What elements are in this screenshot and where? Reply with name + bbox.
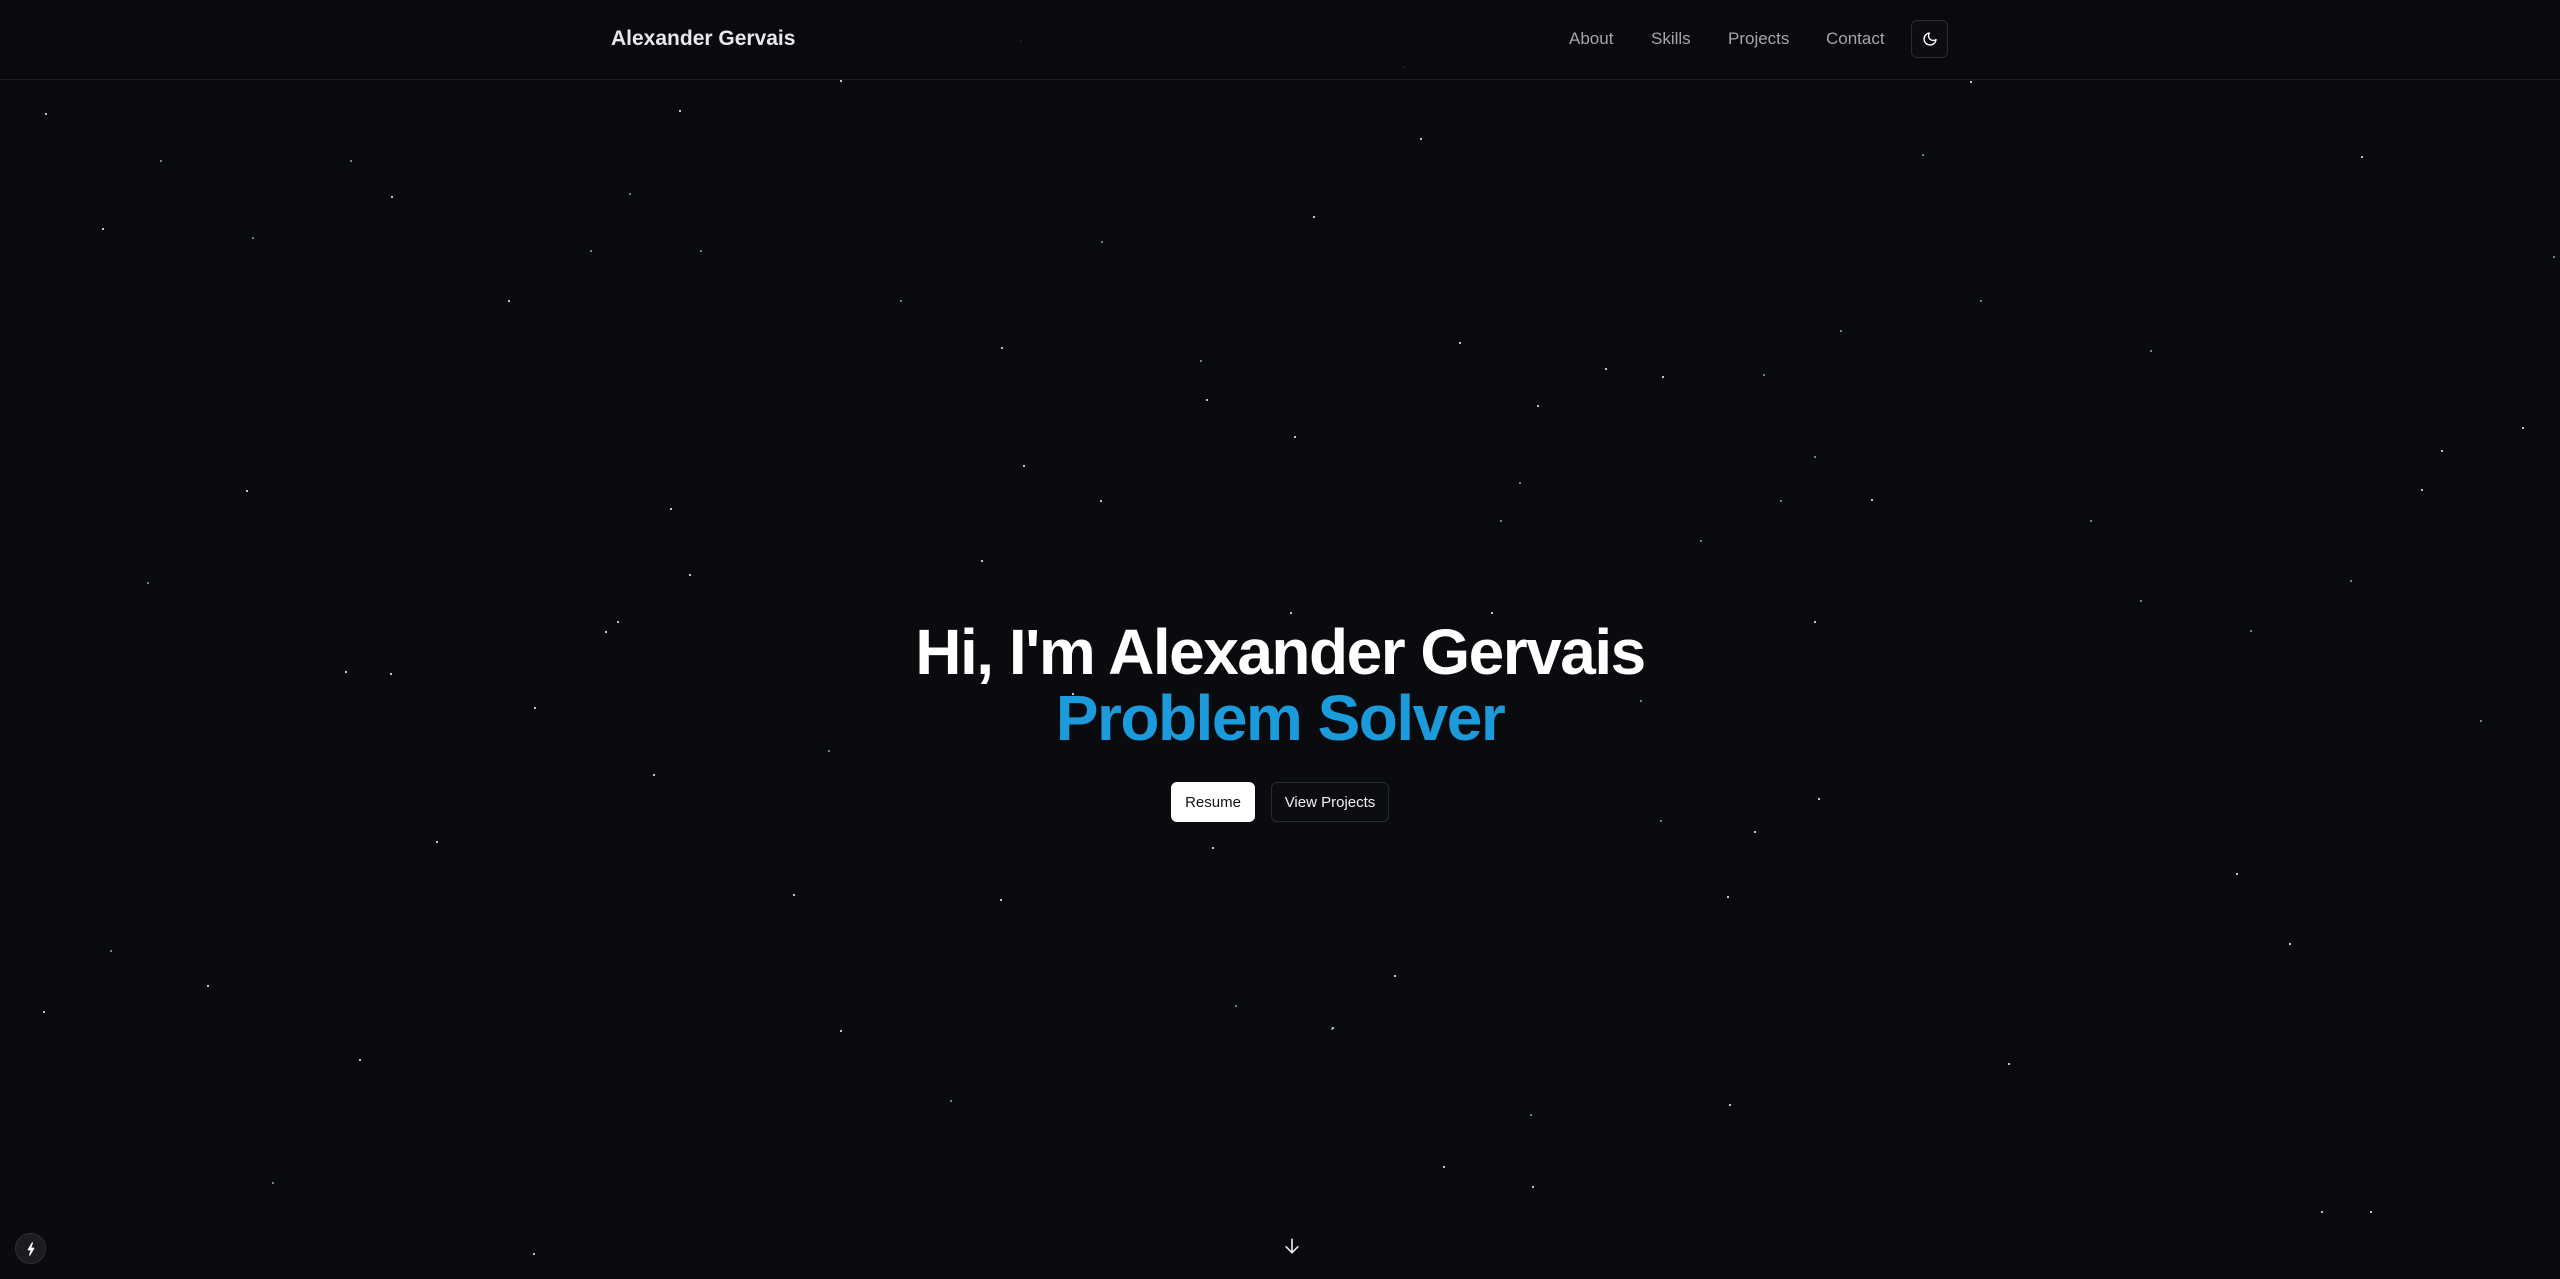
star-dot bbox=[590, 250, 592, 252]
nav-about[interactable]: About bbox=[1569, 29, 1613, 49]
star-dot bbox=[1332, 1027, 1334, 1029]
theme-toggle-button[interactable] bbox=[1911, 20, 1948, 58]
star-dot bbox=[1727, 896, 1729, 898]
star-dot bbox=[1754, 831, 1756, 833]
star-dot bbox=[1212, 847, 1214, 849]
star-dot bbox=[2008, 1063, 2010, 1065]
star-dot bbox=[45, 113, 47, 115]
lightning-icon bbox=[27, 1241, 34, 1256]
star-dot bbox=[1331, 1028, 1333, 1030]
star-dot bbox=[533, 1253, 535, 1255]
star-dot bbox=[1980, 300, 1982, 302]
star-dot bbox=[1922, 154, 1924, 156]
star-dot bbox=[2150, 350, 2152, 352]
star-dot bbox=[2350, 580, 2352, 582]
star-dot bbox=[1537, 405, 1539, 407]
star-dot bbox=[629, 193, 631, 195]
star-dot bbox=[1420, 138, 1422, 140]
star-dot bbox=[43, 1011, 45, 1013]
star-dot bbox=[147, 582, 149, 584]
star-dot bbox=[2361, 156, 2363, 158]
star-dot bbox=[950, 1100, 952, 1102]
star-dot bbox=[1235, 1005, 1237, 1007]
hero-title: Hi, I'm Alexander Gervais bbox=[915, 616, 1646, 688]
star-dot bbox=[391, 196, 393, 198]
star-dot bbox=[1206, 399, 1208, 401]
star-dot bbox=[350, 160, 352, 162]
star-dot bbox=[1294, 436, 1296, 438]
star-dot bbox=[2321, 1211, 2323, 1213]
star-dot bbox=[653, 774, 655, 776]
star-dot bbox=[1763, 374, 1765, 376]
star-dot bbox=[1459, 342, 1461, 344]
star-dot bbox=[436, 841, 438, 843]
nav-skills[interactable]: Skills bbox=[1651, 29, 1691, 49]
star-dot bbox=[1532, 1186, 1534, 1188]
star-dot bbox=[2236, 873, 2238, 875]
star-dot bbox=[1313, 216, 1315, 218]
star-dot bbox=[1500, 520, 1502, 522]
star-dot bbox=[1023, 465, 1025, 467]
star-dot bbox=[700, 250, 702, 252]
star-dot bbox=[1200, 360, 1202, 362]
arrow-down-icon bbox=[1285, 1238, 1299, 1254]
star-dot bbox=[1780, 500, 1782, 502]
moon-icon bbox=[1922, 32, 1937, 46]
star-dot bbox=[160, 160, 162, 162]
star-dot bbox=[1970, 81, 1972, 83]
star-dot bbox=[1101, 241, 1103, 243]
star-dot bbox=[102, 228, 104, 230]
star-dot bbox=[2289, 943, 2291, 945]
nav-contact[interactable]: Contact bbox=[1826, 29, 1885, 49]
star-dot bbox=[793, 894, 795, 896]
star-dot bbox=[272, 1182, 274, 1184]
star-dot bbox=[2370, 1211, 2372, 1213]
resume-button[interactable]: Resume bbox=[1171, 782, 1255, 822]
star-dot bbox=[110, 950, 112, 952]
star-dot bbox=[1100, 500, 1102, 502]
star-dot bbox=[1000, 899, 1002, 901]
star-dot bbox=[1394, 975, 1396, 977]
brand-logo[interactable]: Alexander Gervais bbox=[611, 27, 795, 51]
star-dot bbox=[1700, 540, 1702, 542]
star-dot bbox=[1001, 347, 1003, 349]
star-dot bbox=[679, 110, 681, 112]
star-dot bbox=[359, 1059, 361, 1061]
star-dot bbox=[1662, 376, 1664, 378]
star-dot bbox=[1729, 1104, 1731, 1106]
star-dot bbox=[2553, 256, 2555, 258]
view-projects-button[interactable]: View Projects bbox=[1271, 782, 1389, 822]
dev-tools-badge[interactable] bbox=[15, 1233, 46, 1264]
star-dot bbox=[2441, 450, 2443, 452]
star-dot bbox=[252, 237, 254, 239]
star-dot bbox=[207, 985, 209, 987]
star-dot bbox=[1530, 1114, 1532, 1116]
star-dot bbox=[2522, 427, 2524, 429]
page: Alexander Gervais About Skills Projects … bbox=[0, 0, 2560, 1279]
star-dot bbox=[1519, 482, 1521, 484]
star-dot bbox=[1605, 368, 1607, 370]
star-dot bbox=[1871, 499, 1873, 501]
star-dot bbox=[900, 300, 902, 302]
scroll-down-button[interactable] bbox=[1281, 1235, 1303, 1257]
star-dot bbox=[2140, 600, 2142, 602]
star-dot bbox=[2421, 489, 2423, 491]
star-dot bbox=[2090, 520, 2092, 522]
star-dot bbox=[246, 490, 248, 492]
star-dot bbox=[840, 1030, 842, 1032]
star-dot bbox=[840, 80, 842, 82]
star-dot bbox=[670, 508, 672, 510]
star-dot bbox=[689, 574, 691, 576]
hero-subtitle: Problem Solver bbox=[1055, 682, 1506, 754]
star-dot bbox=[508, 300, 510, 302]
star-dot bbox=[1818, 798, 1820, 800]
star-dot bbox=[981, 560, 983, 562]
nav-projects[interactable]: Projects bbox=[1728, 29, 1789, 49]
navbar: Alexander Gervais About Skills Projects … bbox=[0, 0, 2560, 80]
star-dot bbox=[1814, 456, 1816, 458]
star-dot bbox=[1443, 1166, 1445, 1168]
star-dot bbox=[1660, 820, 1662, 822]
star-dot bbox=[1840, 330, 1842, 332]
